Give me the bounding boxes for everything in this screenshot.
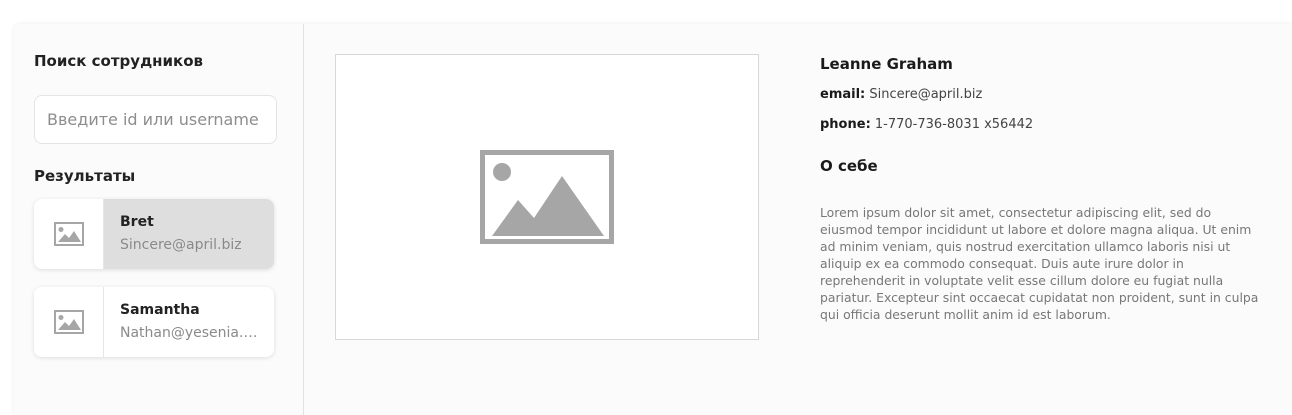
phone-label: phone: <box>820 117 871 132</box>
profile-phone-line: phone: 1-770-736-8031 x56442 <box>820 117 1033 132</box>
sidebar: Поиск сотрудников Результаты Bret Sincer… <box>14 24 304 415</box>
image-placeholder-icon <box>53 222 84 246</box>
profile-photo <box>335 54 759 340</box>
image-placeholder-icon <box>53 310 84 334</box>
search-title: Поиск сотрудников <box>34 52 204 70</box>
search-input[interactable] <box>34 95 277 144</box>
result-name: Bret <box>120 214 154 230</box>
result-email: Nathan@yesenia.net <box>120 325 260 341</box>
results-title: Результаты <box>34 167 136 185</box>
about-text: Lorem ipsum dolor sit amet, consectetur … <box>820 205 1259 322</box>
email-label: email: <box>820 87 866 102</box>
result-item-bret[interactable]: Bret Sincere@april.biz <box>34 199 274 269</box>
employee-search-card: Поиск сотрудников Результаты Bret Sincer… <box>14 24 1292 415</box>
result-email: Sincere@april.biz <box>120 237 242 253</box>
image-placeholder-icon <box>480 150 614 244</box>
profile-name: Leanne Graham <box>820 55 953 73</box>
about-title: О себе <box>820 157 878 175</box>
result-name: Samantha <box>120 302 200 318</box>
avatar <box>34 287 104 357</box>
avatar <box>34 199 104 269</box>
profile-email-line: email: Sincere@april.biz <box>820 87 982 102</box>
profile-phone: 1-770-736-8031 x56442 <box>874 117 1034 132</box>
profile-email: Sincere@april.biz <box>869 87 983 102</box>
result-item-samantha[interactable]: Samantha Nathan@yesenia.net <box>34 287 274 357</box>
